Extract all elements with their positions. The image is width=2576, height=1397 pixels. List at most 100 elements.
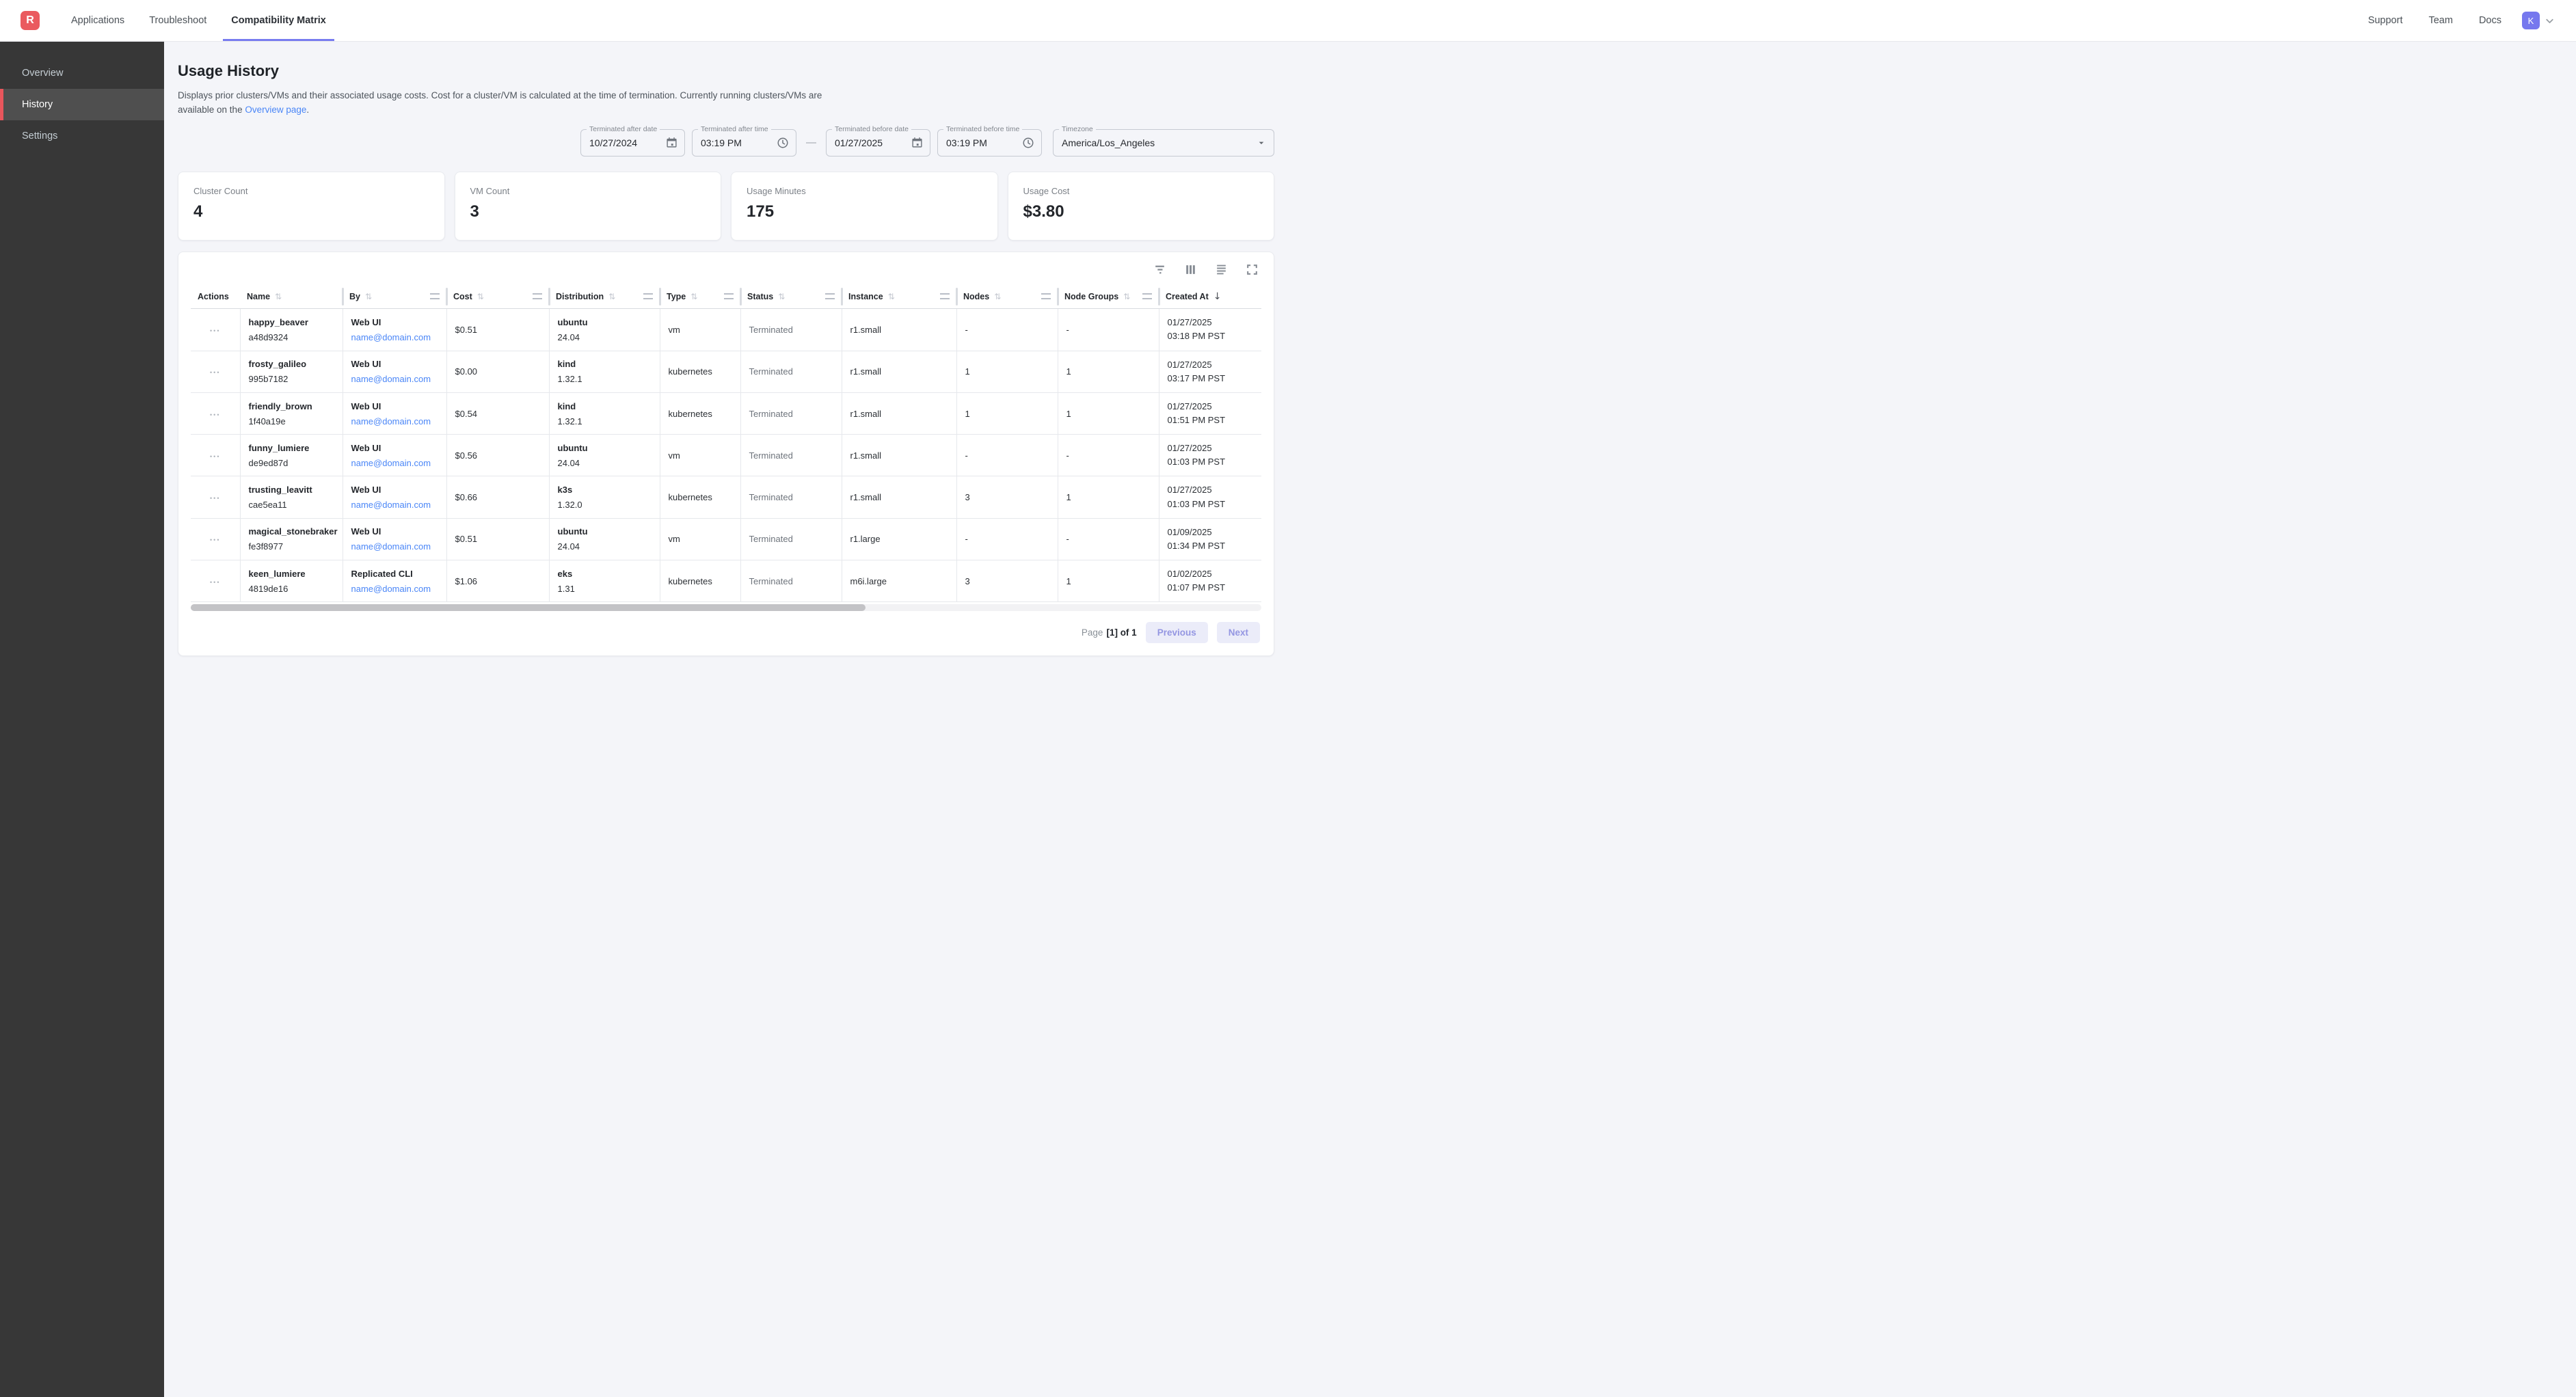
column-menu-icon[interactable] (533, 293, 542, 299)
user-avatar[interactable]: K (2522, 12, 2540, 29)
sort-icon[interactable]: ⇅ (275, 292, 282, 301)
column-menu-icon[interactable] (825, 293, 835, 299)
tab-applications[interactable]: Applications (59, 0, 137, 41)
table-row[interactable]: ••• happy_beaver a48d9324 Web UI name@do… (191, 309, 1261, 351)
tab-compatibility-matrix[interactable]: Compatibility Matrix (219, 0, 338, 41)
distribution-version: 1.32.1 (558, 374, 652, 384)
created-date: 01/27/2025 (1168, 442, 1254, 455)
cell-status: Terminated (740, 435, 842, 476)
sort-icon[interactable]: ⇅ (477, 292, 484, 301)
tab-troubleshoot[interactable]: Troubleshoot (137, 0, 219, 41)
row-actions-button[interactable]: ••• (210, 411, 220, 418)
column-menu-icon[interactable] (940, 293, 950, 299)
cluster-id: a48d9324 (249, 332, 334, 342)
sidebar-item-overview[interactable]: Overview (0, 57, 164, 89)
email-link[interactable]: name@domain.com (351, 416, 431, 426)
calendar-icon[interactable] (911, 137, 923, 148)
sort-icon[interactable]: ⇅ (365, 292, 372, 301)
caret-down-icon[interactable] (1256, 137, 1267, 148)
created-date: 01/27/2025 (1168, 400, 1254, 413)
email-link[interactable]: name@domain.com (351, 374, 431, 384)
email-link[interactable]: name@domain.com (351, 500, 431, 510)
fullscreen-icon[interactable] (1246, 263, 1259, 276)
email-link[interactable]: name@domain.com (351, 332, 431, 342)
cell-nodes: 3 (956, 476, 1058, 518)
table-row[interactable]: ••• magical_stonebraker fe3f8977 Web UI … (191, 518, 1261, 560)
sort-icon[interactable]: ⇅ (778, 292, 785, 301)
column-menu-icon[interactable] (430, 293, 440, 299)
cell-type: kubernetes (660, 560, 740, 602)
sort-icon[interactable]: ⇅ (994, 292, 1001, 301)
sort-icon[interactable]: ⇅ (1123, 292, 1130, 301)
nav-link-support[interactable]: Support (2368, 15, 2403, 26)
calendar-icon[interactable] (666, 137, 677, 148)
column-label: Cost (453, 292, 472, 301)
column-menu-icon[interactable] (1041, 293, 1051, 299)
row-actions-button[interactable]: ••• (210, 453, 220, 460)
terminated-after-date-field[interactable]: Terminated after date 10/27/2024 (580, 129, 685, 157)
previous-page-button[interactable]: Previous (1146, 622, 1208, 643)
column-header[interactable]: Type ⇅ (660, 284, 740, 309)
table-row[interactable]: ••• trusting_leavitt cae5ea11 Web UI nam… (191, 476, 1261, 518)
sort-icon[interactable]: ⇅ (888, 292, 895, 301)
cell-name: happy_beaver a48d9324 (240, 309, 343, 351)
column-header[interactable]: Distribution ⇅ (549, 284, 660, 309)
nav-link-team[interactable]: Team (2428, 15, 2452, 26)
table-row[interactable]: ••• frosty_galileo 995b7182 Web UI name@… (191, 351, 1261, 392)
row-actions-button[interactable]: ••• (210, 327, 220, 334)
column-header[interactable]: By ⇅ (343, 284, 446, 309)
column-header[interactable]: Created At ↓ (1159, 284, 1261, 309)
column-menu-icon[interactable] (724, 293, 734, 299)
column-menu-icon[interactable] (1142, 293, 1152, 299)
horizontal-scrollbar-thumb[interactable] (191, 604, 866, 611)
row-actions-button[interactable]: ••• (210, 369, 220, 376)
sort-icon[interactable]: ⇅ (608, 292, 615, 301)
timezone-select[interactable]: Timezone America/Los_Angeles (1053, 129, 1274, 157)
clock-icon[interactable] (1022, 137, 1034, 149)
sidebar-item-settings[interactable]: Settings (0, 120, 164, 152)
next-page-button[interactable]: Next (1217, 622, 1260, 643)
column-header[interactable]: Nodes ⇅ (956, 284, 1058, 309)
terminated-after-time-field[interactable]: Terminated after time 03:19 PM (692, 129, 796, 157)
columns-icon[interactable] (1184, 263, 1197, 276)
cluster-name: frosty_galileo (249, 359, 334, 369)
filter-icon[interactable] (1153, 263, 1166, 276)
field-value: 10/27/2024 (589, 137, 666, 148)
sort-icon[interactable]: ⇅ (690, 292, 697, 301)
table-row[interactable]: ••• friendly_brown 1f40a19e Web UI name@… (191, 392, 1261, 434)
sort-icon[interactable]: ↓ (1213, 291, 1222, 302)
cluster-id: 1f40a19e (249, 416, 334, 426)
table-row[interactable]: ••• keen_lumiere 4819de16 Replicated CLI… (191, 560, 1261, 602)
email-link[interactable]: name@domain.com (351, 584, 431, 594)
row-actions-button[interactable]: ••• (210, 537, 220, 543)
cell-actions: ••• (191, 476, 240, 518)
page-description: Displays prior clusters/VMs and their as… (178, 89, 824, 118)
column-header[interactable]: Instance ⇅ (842, 284, 956, 309)
overview-page-link[interactable]: Overview page (245, 105, 306, 115)
brand-logo[interactable]: R (21, 11, 40, 30)
nav-link-docs[interactable]: Docs (2479, 15, 2501, 26)
clock-icon[interactable] (777, 137, 789, 149)
column-header[interactable]: Node Groups ⇅ (1058, 284, 1159, 309)
row-actions-button[interactable]: ••• (210, 495, 220, 502)
column-menu-icon[interactable] (643, 293, 653, 299)
density-icon[interactable] (1215, 263, 1228, 276)
filter-range-dash: — (806, 137, 816, 148)
table-row[interactable]: ••• funny_lumiere de9ed87d Web UI name@d… (191, 435, 1261, 476)
column-header[interactable]: Actions (191, 284, 240, 309)
terminated-before-time-field[interactable]: Terminated before time 03:19 PM (937, 129, 1042, 157)
sidebar-item-history[interactable]: History (0, 89, 164, 120)
email-link[interactable]: name@domain.com (351, 458, 431, 468)
cell-created-at: 01/09/2025 01:34 PM PST (1159, 518, 1261, 560)
chevron-down-icon[interactable] (2544, 15, 2555, 27)
email-link[interactable]: name@domain.com (351, 541, 431, 552)
cost-value: $0.54 (455, 409, 478, 419)
terminated-before-date-field[interactable]: Terminated before date 01/27/2025 (826, 129, 930, 157)
column-header[interactable]: Name ⇅ (240, 284, 343, 309)
stat-value: 175 (747, 202, 982, 221)
row-actions-button[interactable]: ••• (210, 579, 220, 586)
instance-value: r1.large (850, 534, 881, 544)
column-header[interactable]: Status ⇅ (740, 284, 842, 309)
cell-nodes: 1 (956, 351, 1058, 392)
column-header[interactable]: Cost ⇅ (446, 284, 549, 309)
